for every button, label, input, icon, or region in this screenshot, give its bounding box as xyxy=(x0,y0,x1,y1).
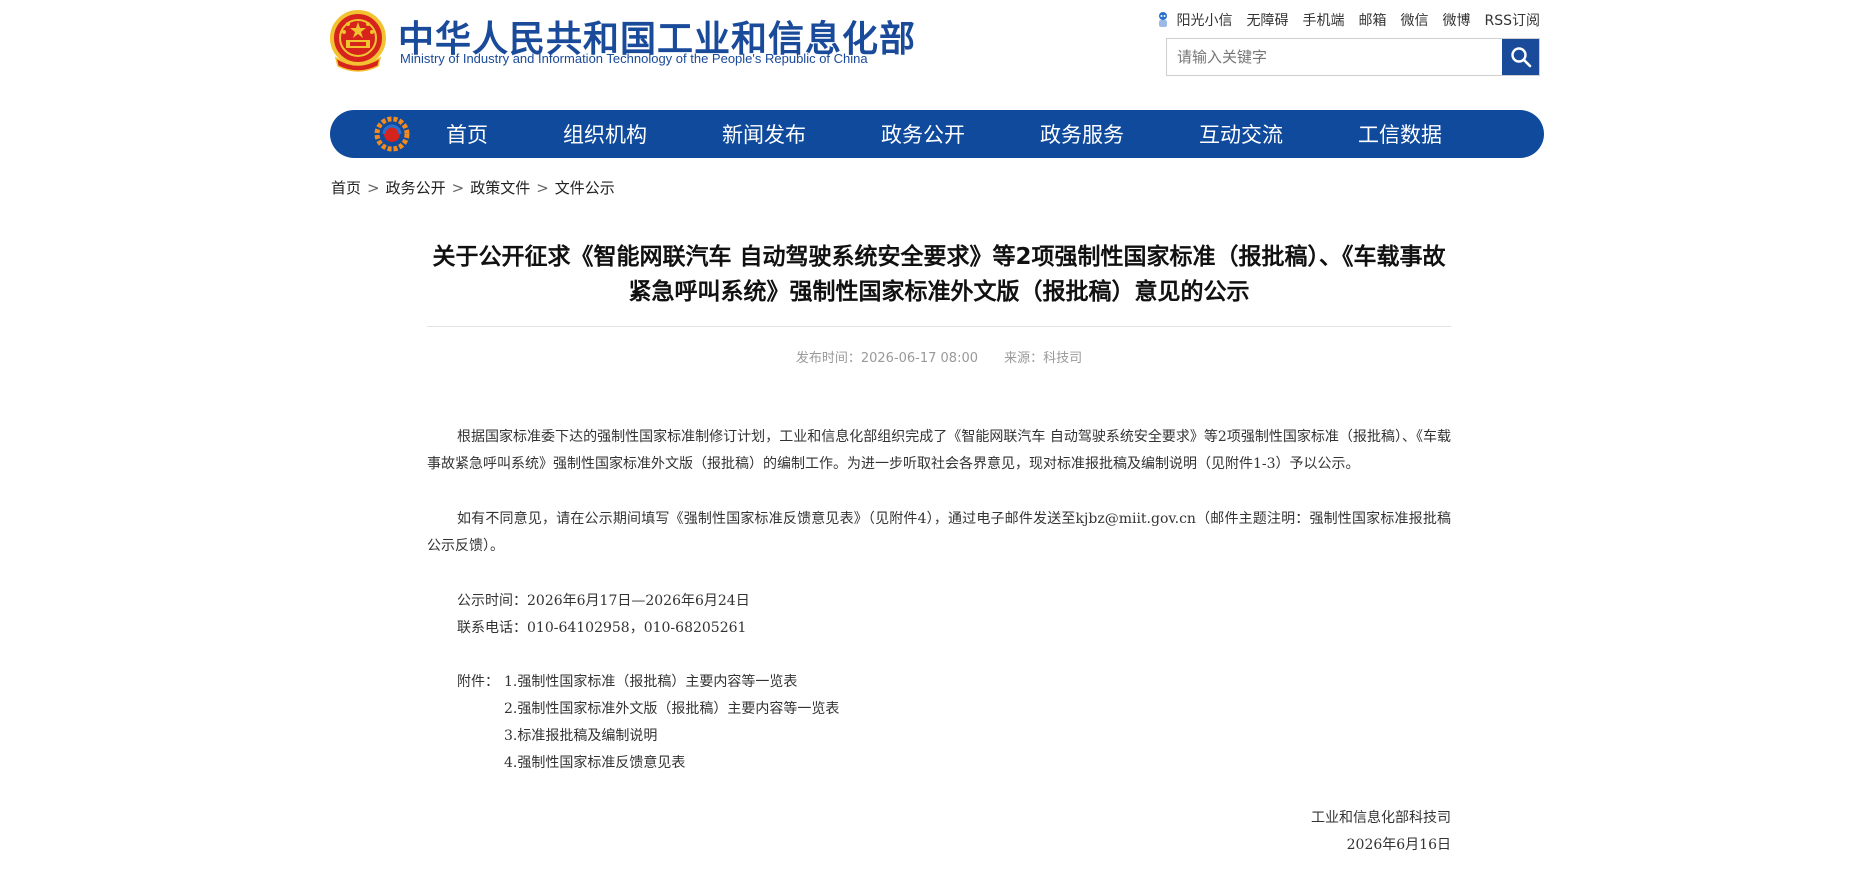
nav-logo-icon[interactable] xyxy=(374,116,410,152)
publish-time: 发布时间：2026-06-17 08:00 xyxy=(795,351,978,366)
top-link-sunshine[interactable]: 阳光小信 xyxy=(1176,10,1232,30)
site-name-en[interactable]: Ministry of Industry and Information Tec… xyxy=(400,51,868,66)
search-button[interactable] xyxy=(1502,39,1539,75)
attachment-link[interactable]: 2.强制性国家标准外文版（报批稿）主要内容等一览表 xyxy=(504,696,839,723)
signature-org: 工业和信息化部科技司 xyxy=(1311,810,1451,826)
signature: 工业和信息化部科技司 2026年6月16日 xyxy=(427,805,1451,859)
top-link-rss[interactable]: RSS订阅 xyxy=(1484,10,1540,30)
search-icon xyxy=(1510,47,1531,68)
search-input[interactable] xyxy=(1167,39,1502,75)
contact-phone: 联系电话：010-64102958，010-68205261 xyxy=(457,620,747,636)
article-source: 来源：科技司 xyxy=(1004,351,1083,366)
breadcrumb-public-notice[interactable]: 文件公示 xyxy=(555,179,615,197)
article: 关于公开征求《智能网联汽车 自动驾驶系统安全要求》等2项强制性国家标准（报批稿）… xyxy=(427,240,1451,859)
top-link-accessibility[interactable]: 无障碍 xyxy=(1246,10,1288,30)
top-link-wechat[interactable]: 微信 xyxy=(1400,10,1428,30)
nav-services[interactable]: 政务服务 xyxy=(1040,119,1124,149)
breadcrumb-separator: > xyxy=(536,179,549,197)
article-meta: 发布时间：2026-06-17 08:00 来源：科技司 xyxy=(427,347,1451,366)
attachments: 附件： 1.强制性国家标准（报批稿）主要内容等一览表 2.强制性国家标准外文版（… xyxy=(427,669,1451,777)
body-paragraph: 根据国家标准委下达的强制性国家标准制修订计划，工业和信息化部组织完成了《智能网联… xyxy=(427,429,1451,472)
attachment-link[interactable]: 4.强制性国家标准反馈意见表 xyxy=(504,750,839,777)
nav-home[interactable]: 首页 xyxy=(446,119,488,149)
main-nav: 首页 组织机构 新闻发布 政务公开 政务服务 互动交流 工信数据 xyxy=(330,110,1544,158)
nav-government-affairs[interactable]: 政务公开 xyxy=(881,119,965,149)
attachment-link[interactable]: 1.强制性国家标准（报批稿）主要内容等一览表 xyxy=(504,669,839,696)
article-title: 关于公开征求《智能网联汽车 自动驾驶系统安全要求》等2项强制性国家标准（报批稿）… xyxy=(432,244,1446,305)
breadcrumb-policy-documents[interactable]: 政策文件 xyxy=(470,179,530,197)
article-body: 根据国家标准委下达的强制性国家标准制修订计划，工业和信息化部组织完成了《智能网联… xyxy=(427,424,1451,859)
body-paragraph: 如有不同意见，请在公示期间填写《强制性国家标准反馈意见表》（见附件4），通过电子… xyxy=(427,511,1451,554)
breadcrumb-government-affairs[interactable]: 政务公开 xyxy=(386,179,446,197)
attachments-label: 附件： xyxy=(457,674,499,690)
breadcrumb: 首页 > 政务公开 > 政策文件 > 文件公示 xyxy=(331,177,615,198)
top-link-mailbox[interactable]: 邮箱 xyxy=(1358,10,1386,30)
nav-interaction[interactable]: 互动交流 xyxy=(1199,119,1283,149)
breadcrumb-separator: > xyxy=(451,179,465,197)
nav-organization[interactable]: 组织机构 xyxy=(563,119,647,149)
top-links: 阳光小信 无障碍 手机端 邮箱 微信 微博 RSS订阅 xyxy=(1156,10,1540,30)
nav-data[interactable]: 工信数据 xyxy=(1358,119,1442,149)
attachment-link[interactable]: 3.标准报批稿及编制说明 xyxy=(504,723,839,750)
top-link-weibo[interactable]: 微博 xyxy=(1442,10,1470,30)
breadcrumb-separator: > xyxy=(367,179,380,197)
notice-period: 公示时间：2026年6月17日—2026年6月24日 xyxy=(457,593,750,609)
robot-assistant-icon[interactable] xyxy=(1156,11,1170,29)
attachment-list: 1.强制性国家标准（报批稿）主要内容等一览表 2.强制性国家标准外文版（报批稿）… xyxy=(504,669,839,777)
national-emblem-icon[interactable] xyxy=(330,10,386,72)
nav-news[interactable]: 新闻发布 xyxy=(722,119,806,149)
top-link-mobile[interactable]: 手机端 xyxy=(1302,10,1344,30)
title-divider xyxy=(427,326,1451,327)
signature-date: 2026年6月16日 xyxy=(1346,837,1451,853)
breadcrumb-home[interactable]: 首页 xyxy=(331,179,361,197)
search-box xyxy=(1166,38,1540,76)
site-header: 中华人民共和国工业和信息化部 Ministry of Industry and … xyxy=(330,8,1540,78)
